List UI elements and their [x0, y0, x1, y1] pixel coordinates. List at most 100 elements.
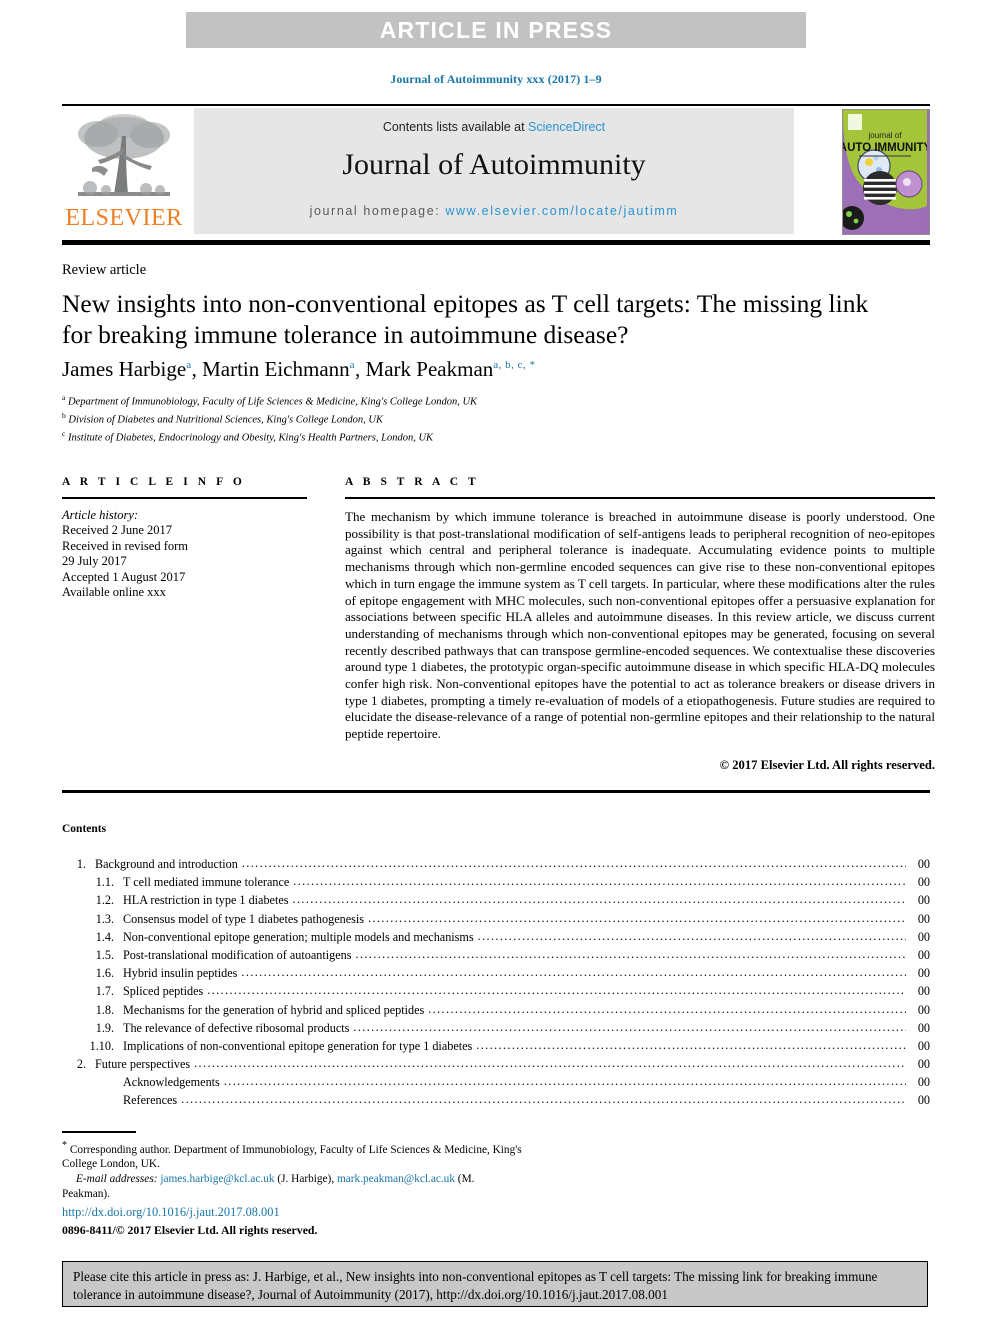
toc-row[interactable]: 1.2. HLA restriction in type 1 diabetes..… [62, 892, 930, 911]
toc-page-number: 00 [917, 1075, 930, 1090]
toc-page-number: 00 [917, 857, 930, 871]
toc-row[interactable]: 1.4. Non-conventional epitope generation;… [62, 928, 930, 948]
toc-label: References [123, 1093, 178, 1108]
doi-link[interactable]: http://dx.doi.org/10.1016/j.jaut.2017.08… [62, 1205, 280, 1220]
toc-label: Hybrid insulin peptides [123, 966, 238, 981]
toc-row[interactable]: References..............................… [62, 1092, 930, 1111]
toc-page-number: 00 [917, 984, 930, 999]
toc-number: 1.2. [95, 893, 114, 908]
toc-number: 1.7. [95, 984, 114, 999]
toc-page-number: 00 [917, 1093, 930, 1108]
page-title: New insights into non-conventional epito… [62, 289, 869, 349]
corresponding-author-note: * Corresponding author. Department of Im… [62, 1139, 522, 1172]
toc-dot-leader: ........................................… [181, 1092, 906, 1107]
email-link-harbige[interactable]: james.harbige@kcl.ac.uk [160, 1173, 274, 1185]
abstract-section: A B S T R A C T The mechanism by which i… [345, 476, 935, 773]
journal-homepage-link[interactable]: www.elsevier.com/locate/jautimm [445, 204, 678, 218]
article-in-press-label: ARTICLE IN PRESS [379, 16, 613, 43]
affiliation-marker: a [62, 393, 66, 402]
email-link-peakman[interactable]: mark.peakman@kcl.ac.uk [337, 1173, 455, 1185]
elsevier-tree-icon [78, 114, 170, 196]
toc-row[interactable]: 1.1. T cell mediated immune tolerance....… [62, 874, 930, 893]
toc-label: Post-translational modification of autoa… [123, 947, 352, 962]
article-history-item: Accepted 1 August 2017 [62, 569, 186, 584]
affiliation-marker: b [62, 411, 66, 421]
sciencedirect-link[interactable]: ScienceDirect [528, 120, 605, 134]
contents-top-rule [62, 790, 930, 793]
toc-dot-leader: ........................................… [355, 946, 906, 961]
toc-number: 1. [76, 857, 86, 871]
article-history-item: 29 July 2017 [62, 554, 127, 569]
journal-homepage-prefix: journal homepage: [309, 204, 446, 218]
abstract-rule [345, 497, 935, 499]
toc-row[interactable]: 1.7. Spliced peptides....................… [62, 983, 930, 1002]
toc-dot-leader: ........................................… [241, 965, 906, 980]
article-info-heading: A R T I C L E I N F O [62, 476, 246, 488]
contents-lists-line: Contents lists available at ScienceDirec… [194, 120, 794, 134]
affiliation-list: a Department of Immunobiology, Faculty o… [62, 391, 892, 445]
table-of-contents: 1. Background and introduction...........… [62, 856, 930, 1112]
masthead-bottom-rule [62, 240, 930, 245]
toc-dot-leader: ........................................… [241, 856, 906, 870]
toc-dot-leader: ........................................… [477, 928, 906, 943]
toc-dot-leader: ........................................… [292, 892, 906, 907]
toc-number: 1.8. [95, 1002, 114, 1017]
affiliation-item: a Department of Immunobiology, Faculty o… [62, 391, 892, 409]
toc-row[interactable]: 1.3. Consensus model of type 1 diabetes p… [62, 910, 930, 930]
article-history-item: Available online xxx [62, 585, 166, 600]
toc-dot-leader: ........................................… [223, 1074, 906, 1089]
toc-label: Implications of non-conventional epitope… [123, 1038, 473, 1053]
article-history: Article history: Received 2 June 2017 Re… [62, 508, 307, 600]
toc-row[interactable]: 2. Future perspectives...................… [62, 1056, 930, 1075]
toc-page-number: 00 [917, 1057, 930, 1072]
toc-row[interactable]: 1.5. Post-translational modification of a… [62, 946, 930, 966]
toc-label: Future perspectives [95, 1057, 191, 1072]
article-info-section: A R T I C L E I N F O Article history: R… [62, 476, 307, 600]
toc-dot-leader: ........................................… [368, 910, 906, 925]
contents-lists-prefix: Contents lists available at [382, 120, 529, 134]
toc-page-number: 00 [917, 966, 930, 981]
article-info-rule [62, 497, 307, 499]
toc-number: 1.9. [95, 1020, 114, 1035]
toc-page-number: 00 [917, 947, 930, 962]
masthead: ELSEVIER Contents lists available at Sci… [62, 108, 930, 236]
footnote-rule [62, 1131, 136, 1133]
abstract-body: The mechanism by which immune tolerance … [345, 509, 935, 742]
affiliation-text: Department of Immunobiology, Faculty of … [67, 396, 478, 408]
toc-number: 1.5. [95, 947, 114, 962]
toc-dot-leader: ........................................… [293, 874, 906, 889]
toc-page-number: 00 [917, 1002, 930, 1017]
masthead-top-rule [62, 104, 930, 106]
toc-row[interactable]: 1.9. The relevance of defective ribosomal… [62, 1020, 930, 1039]
toc-page-number: 00 [917, 893, 930, 908]
elsevier-logo: ELSEVIER [62, 108, 186, 234]
affiliation-text: Division of Diabetes and Nutritional Sci… [68, 414, 383, 426]
toc-label: Consensus model of type 1 diabetes patho… [123, 911, 365, 926]
article-history-item: Received in revised form [62, 538, 188, 553]
author-affil-marker: a [349, 359, 356, 371]
toc-row[interactable]: 1.8. Mechanisms for the generation of hyb… [62, 1002, 930, 1021]
journal-cover-artwork-icon: journal of AUTO IMMUNITY [843, 110, 929, 232]
toc-label: T cell mediated immune tolerance [123, 875, 290, 890]
toc-number: 1.4. [95, 929, 114, 944]
toc-page-number: 00 [917, 1038, 930, 1053]
journal-title: Journal of Autoimmunity [342, 148, 646, 181]
toc-label: Mechanisms for the generation of hybrid … [123, 1002, 425, 1017]
cite-this-article-box: Please cite this article in press as: J.… [62, 1261, 928, 1307]
toc-row[interactable]: Acknowledgements........................… [62, 1074, 930, 1093]
toc-number: 1.6. [95, 966, 114, 981]
email-owner-harbige: (J. Harbige), [274, 1172, 337, 1185]
toc-row[interactable]: 1.10. Implications of non-conventional ep… [62, 1038, 930, 1057]
author-name: Mark Peakman [365, 357, 494, 381]
toc-row[interactable]: 1.6. Hybrid insulin peptides.............… [62, 965, 930, 984]
toc-label: Background and introduction [95, 857, 238, 871]
toc-page-number: 00 [917, 929, 930, 944]
toc-number: 1.1. [95, 875, 114, 890]
toc-row[interactable]: 1. Background and introduction...........… [62, 856, 930, 875]
author-name: James Harbige [62, 357, 187, 381]
email-addresses-note: E-mail addresses: james.harbige@kcl.ac.u… [62, 1172, 522, 1201]
toc-page-number: 00 [917, 1020, 930, 1035]
toc-label: Spliced peptides [123, 984, 204, 999]
toc-number: 2. [76, 1057, 86, 1072]
article-history-label: Article history: [62, 508, 139, 522]
